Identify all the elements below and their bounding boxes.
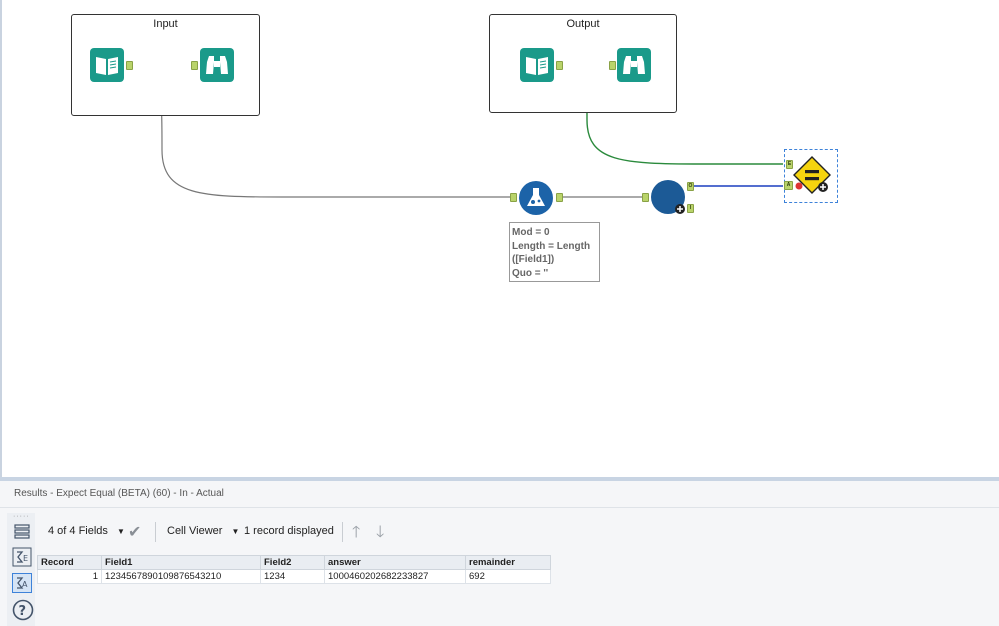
table-cell[interactable]: 1: [37, 569, 102, 584]
fields-label: 4 of 4 Fields: [48, 525, 108, 537]
actual-sum-icon[interactable]: A: [12, 573, 32, 593]
results-table[interactable]: Record Field1 Field2 answer remainder 1 …: [37, 555, 551, 584]
results-divider: [0, 507, 999, 508]
viewer-label: Cell Viewer: [167, 525, 223, 537]
table-cell[interactable]: 1000460202682233827: [324, 569, 466, 584]
fields-dropdown[interactable]: 4 of 4 Fields ▼: [48, 525, 125, 537]
macro-tool[interactable]: [650, 179, 686, 215]
chevron-down-icon: ▼: [231, 527, 240, 536]
help-icon[interactable]: ?: [12, 599, 34, 621]
list-view-icon[interactable]: [12, 521, 32, 541]
formula-annotation: Mod = 0 Length = Length ([Field1]) Quo =…: [509, 222, 600, 282]
column-header[interactable]: answer: [324, 555, 466, 570]
equals-diamond-icon: [793, 156, 831, 194]
input-data-tool[interactable]: [90, 48, 124, 82]
results-sidebar: ····· E A ?: [7, 513, 35, 626]
svg-text:E: E: [23, 554, 28, 563]
input-data-tool[interactable]: [520, 48, 554, 82]
column-header[interactable]: remainder: [465, 555, 551, 570]
column-header[interactable]: Record: [37, 555, 102, 570]
book-icon: [90, 48, 124, 82]
expression-sum-icon[interactable]: E: [12, 547, 32, 567]
annotation-line: Mod = 0: [512, 227, 550, 238]
column-header[interactable]: Field1: [101, 555, 261, 570]
svg-text:A: A: [22, 580, 28, 589]
anchor-label: O: [688, 183, 693, 189]
input-anchor[interactable]: [191, 61, 198, 70]
annotation-line: ([Field1]): [512, 254, 555, 265]
results-toolbar: 4 of 4 Fields ▼ ✔ Cell Viewer ▼ 1 record…: [40, 517, 990, 547]
checkmark-icon[interactable]: ✔: [128, 522, 141, 542]
table-cell[interactable]: 1234567890109876543210: [101, 569, 261, 584]
binoculars-icon: [200, 48, 234, 82]
formula-tool[interactable]: [518, 180, 554, 216]
cell-viewer-dropdown[interactable]: Cell Viewer ▼: [167, 525, 239, 537]
input-anchor[interactable]: [609, 61, 616, 70]
chevron-down-icon: ▼: [116, 527, 125, 536]
output-anchor[interactable]: [126, 61, 133, 70]
results-title: Results - Expect Equal (BETA) (60) - In …: [14, 488, 224, 499]
output-anchor[interactable]: [556, 193, 563, 202]
annotation-line: Quo = '': [512, 267, 549, 279]
grip-icon: ·····: [13, 513, 30, 520]
table-header-row: Record Field1 Field2 answer remainder: [37, 555, 551, 570]
table-row[interactable]: 1 1234567890109876543210 1234 1000460202…: [37, 569, 551, 584]
browse-tool[interactable]: [617, 48, 651, 82]
results-panel: Results - Expect Equal (BETA) (60) - In …: [0, 481, 999, 626]
record-count: 1 record displayed: [244, 525, 334, 537]
column-header[interactable]: Field2: [260, 555, 325, 570]
annotation-line: Length = Length: [512, 240, 591, 252]
svg-text:?: ?: [19, 604, 27, 619]
macro-circle-icon: [651, 180, 685, 214]
workflow-canvas[interactable]: Input Output O I E A Mod = 0 Length = Le…: [0, 0, 999, 477]
table-cell[interactable]: 692: [465, 569, 551, 584]
arrow-down-icon[interactable]: 🡓: [376, 521, 384, 548]
expect-equal-tool[interactable]: [792, 156, 832, 196]
table-cell[interactable]: 1234: [260, 569, 325, 584]
container-title: Output: [566, 18, 600, 30]
output-anchor[interactable]: [556, 61, 563, 70]
container-title: Input: [153, 18, 178, 30]
toolbar-divider: [342, 522, 343, 542]
browse-tool[interactable]: [200, 48, 234, 82]
flask-icon: [519, 181, 553, 215]
input-anchor[interactable]: [642, 193, 649, 202]
toolbar-divider: [155, 522, 156, 542]
binoculars-icon: [617, 48, 651, 82]
anchor-label: I: [689, 205, 692, 211]
book-icon: [520, 48, 554, 82]
arrow-up-icon[interactable]: 🡑: [352, 521, 360, 548]
input-anchor[interactable]: [510, 193, 517, 202]
anchor-label: A: [786, 182, 791, 188]
